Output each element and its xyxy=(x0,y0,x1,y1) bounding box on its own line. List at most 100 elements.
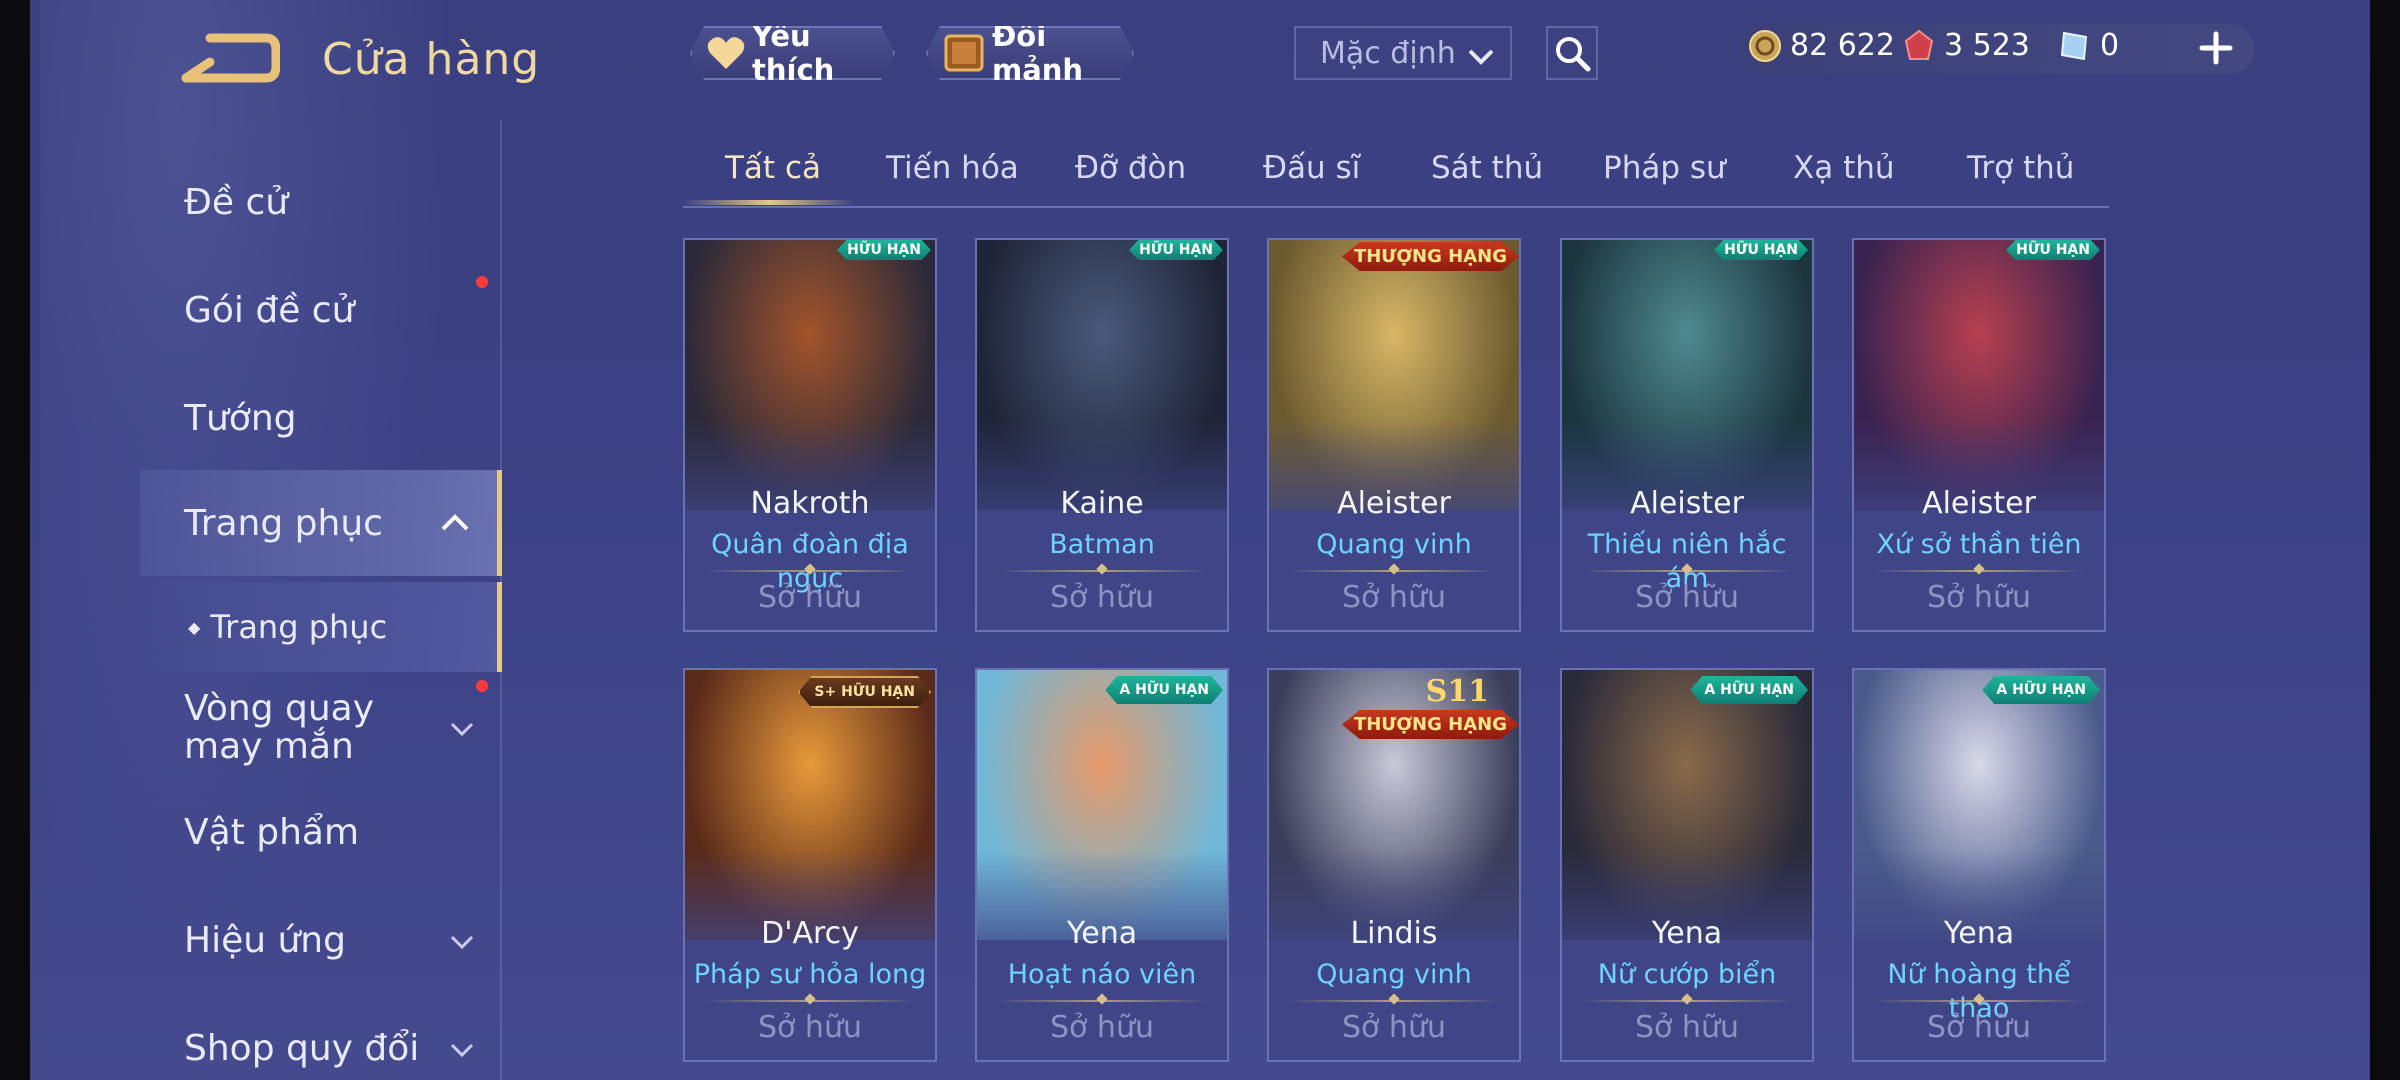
category-tabs: Tất cả Tiến hóa Đỡ đòn Đấu sĩ Sát thủ Ph… xyxy=(683,140,2109,208)
skin-card[interactable]: HỮU HẠN Aleister Thiếu niên hắc ám Sở hữu xyxy=(1560,238,1814,632)
skin-tier-badge: THƯỢNG HẠNG xyxy=(1341,242,1519,271)
gold-balance: 82 622 xyxy=(1748,28,1895,63)
sort-dropdown[interactable]: Mặc định xyxy=(1294,26,1512,80)
favorites-label: Yêu thích xyxy=(752,19,835,87)
skin-card[interactable]: S+ HỮU HẠN D'Arcy Pháp sư hỏa long Sở hữu xyxy=(683,668,937,1062)
skin-tier-badge: HỮU HẠN xyxy=(837,240,931,260)
skin-name: Xứ sở thần tiên xyxy=(1876,529,2082,560)
search-button[interactable] xyxy=(1546,26,1598,80)
hero-name: Aleister xyxy=(1922,486,2036,521)
artwork-fade xyxy=(1269,420,1519,540)
tab-assassin[interactable]: Sát thủ xyxy=(1431,150,1543,186)
sidebar-item-items[interactable]: Vật phẩm xyxy=(140,802,502,862)
artwork-fade xyxy=(1562,420,1812,540)
chevron-down-icon xyxy=(448,920,476,961)
sidebar-item-label: Đề cử xyxy=(184,181,289,223)
favorites-button[interactable]: Yêu thích xyxy=(690,26,895,80)
card-divider xyxy=(995,1000,1209,1002)
sort-selected-value: Mặc định xyxy=(1320,35,1456,71)
skin-tier-badge: HỮU HẠN xyxy=(1129,240,1223,260)
skin-card[interactable]: HỮU HẠN Nakroth Quân đoàn địa ngục Sở hữu xyxy=(683,238,937,632)
sidebar-item-label: Vòng quay may mắn xyxy=(184,688,375,767)
tab-all[interactable]: Tất cả xyxy=(725,150,821,186)
card-divider xyxy=(1287,570,1501,572)
sidebar-item-label: Shop quy đổi xyxy=(184,1027,420,1069)
chevron-down-icon xyxy=(448,1028,476,1069)
skin-card[interactable]: HỮU HẠN Kaine Batman Sở hữu xyxy=(975,238,1229,632)
tab-support[interactable]: Trợ thủ xyxy=(1967,150,2074,186)
skin-tier-badge: A HỮU HẠN xyxy=(1105,676,1223,704)
card-divider xyxy=(995,570,1209,572)
ruby-balance: 3 523 xyxy=(1902,28,2030,63)
page-title: Cửa hàng xyxy=(322,34,541,85)
skin-name: Pháp sư hỏa long xyxy=(693,959,927,990)
sidebar-item-exchange-shop[interactable]: Shop quy đổi xyxy=(140,1018,502,1078)
card-divider xyxy=(1872,570,2086,572)
card-divider xyxy=(1580,1000,1794,1002)
skin-name: Nữ cướp biển xyxy=(1597,959,1777,990)
tab-tank[interactable]: Đỡ đòn xyxy=(1075,150,1186,186)
artwork-fade xyxy=(1269,850,1519,970)
top-up-button[interactable] xyxy=(2196,28,2236,68)
tab-evolution[interactable]: Tiến hóa xyxy=(886,150,1019,186)
sidebar-item-label: Trang phục xyxy=(210,608,388,646)
skin-tier-badge: A HỮU HẠN xyxy=(1690,676,1808,704)
ownership-status: Sở hữu xyxy=(1050,580,1154,615)
tab-mage[interactable]: Pháp sư xyxy=(1603,150,1726,186)
skin-card[interactable]: THƯỢNG HẠNG Aleister Quang vinh Sở hữu xyxy=(1267,238,1521,632)
ruby-amount: 3 523 xyxy=(1944,28,2030,63)
voucher-balance: 0 xyxy=(2058,28,2119,63)
artwork-fade xyxy=(685,850,935,970)
ownership-status: Sở hữu xyxy=(1927,580,2031,615)
hero-name: Lindis xyxy=(1350,916,1438,951)
tab-marksman[interactable]: Xạ thủ xyxy=(1793,150,1895,186)
skin-tier-badge: HỮU HẠN xyxy=(2006,240,2100,260)
skin-name: Quang vinh xyxy=(1316,529,1472,560)
sidebar-item-recommended[interactable]: Đề cử xyxy=(140,172,502,232)
sidebar-subitem-skins[interactable]: ◆ Trang phục xyxy=(140,582,502,672)
chevron-down-icon xyxy=(1466,42,1496,77)
notification-dot xyxy=(476,680,488,692)
gold-coin-icon xyxy=(1748,29,1782,63)
hero-name: Nakroth xyxy=(750,486,870,521)
card-divider xyxy=(703,570,917,572)
artwork-fade xyxy=(977,420,1227,540)
hero-name: Aleister xyxy=(1337,486,1451,521)
plus-icon xyxy=(2199,31,2233,65)
notification-dot xyxy=(476,276,488,288)
sidebar-item-skins[interactable]: Trang phục xyxy=(140,470,502,576)
search-icon xyxy=(1556,37,1591,72)
shard-box-icon xyxy=(942,32,986,74)
skin-name: Hoạt náo viên xyxy=(1007,959,1197,990)
shard-exchange-button[interactable]: Đổi mảnh xyxy=(926,26,1134,80)
back-arrow-icon xyxy=(181,33,281,83)
left-bezel xyxy=(0,0,30,1080)
skin-card[interactable]: A HỮU HẠN Yena Nữ cướp biển Sở hữu xyxy=(1560,668,1814,1062)
sidebar-item-effects[interactable]: Hiệu ứng xyxy=(140,910,502,970)
skin-card[interactable]: HỮU HẠN Aleister Xứ sở thần tiên Sở hữu xyxy=(1852,238,2106,632)
right-bezel xyxy=(2370,0,2400,1080)
ownership-status: Sở hữu xyxy=(1342,1010,1446,1045)
shard-exchange-label: Đổi mảnh xyxy=(992,19,1084,87)
sidebar-item-recommended-packs[interactable]: Gói đề cử xyxy=(140,276,502,340)
skin-card[interactable]: S11 THƯỢNG HẠNG Lindis Quang vinh Sở hữu xyxy=(1267,668,1521,1062)
back-button[interactable] xyxy=(180,30,281,90)
hero-name: Yena xyxy=(1066,916,1138,951)
skin-name: Quang vinh xyxy=(1316,959,1472,990)
voucher-amount: 0 xyxy=(2100,28,2120,63)
skin-tier-badge: THƯỢNG HẠNG xyxy=(1341,710,1519,739)
skin-tier-badge: S+ HỮU HẠN xyxy=(798,676,931,708)
skin-tier-badge: HỮU HẠN xyxy=(1714,240,1808,260)
sidebar-item-lucky-spin[interactable]: Vòng quay may mắn xyxy=(140,680,502,776)
card-divider xyxy=(703,1000,917,1002)
skin-card[interactable]: A HỮU HẠN Yena Hoạt náo viên Sở hữu xyxy=(975,668,1229,1062)
hero-name: Aleister xyxy=(1630,486,1744,521)
ownership-status: Sở hữu xyxy=(1342,580,1446,615)
skin-card[interactable]: A HỮU HẠN Yena Nữ hoàng thể thao Sở hữu xyxy=(1852,668,2106,1062)
chevron-up-icon xyxy=(439,503,471,544)
artwork-fade xyxy=(1854,850,2104,970)
sidebar-item-heroes[interactable]: Tướng xyxy=(140,388,502,448)
tab-fighter[interactable]: Đấu sĩ xyxy=(1263,150,1360,186)
voucher-icon xyxy=(2058,29,2092,63)
ownership-status: Sở hữu xyxy=(1927,1010,2031,1045)
